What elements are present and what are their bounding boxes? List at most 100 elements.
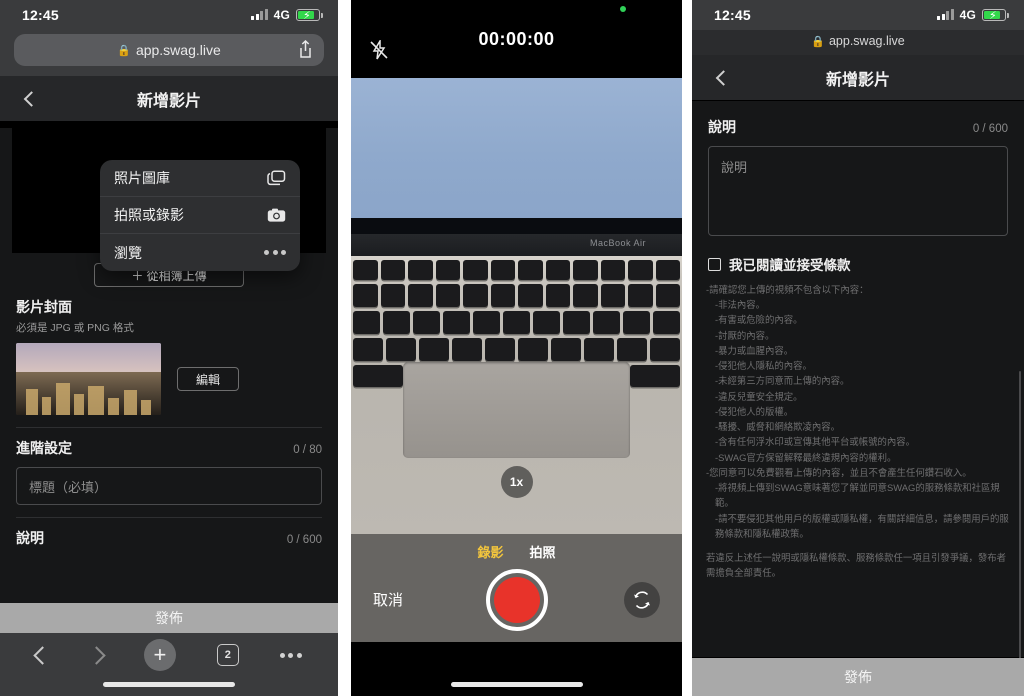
ellipsis-icon <box>264 250 286 255</box>
cover-thumbnail[interactable] <box>16 343 161 415</box>
laptop-screen <box>351 78 682 218</box>
description-textarea[interactable]: 說明 <box>708 146 1008 236</box>
record-button[interactable] <box>485 569 548 631</box>
terms-line: -違反兒童安全規定。 <box>715 390 803 402</box>
terms-line: -侵犯他人的版權。 <box>715 405 794 417</box>
publish-button[interactable]: 發佈 <box>0 603 338 633</box>
status-indicators: 4G ⚡ <box>937 8 1009 22</box>
terms-line: -騷擾、威脅和網絡欺凌內容。 <box>715 421 840 433</box>
terms-checkbox-row[interactable]: 我已閱讀並接受條款 <box>692 236 1024 274</box>
terms-line: -非法內容。 <box>715 299 765 311</box>
chevron-left-icon <box>715 69 732 86</box>
cancel-button[interactable]: 取消 <box>373 589 403 610</box>
url-text: app.swag.live <box>828 34 905 48</box>
laptop-bezel <box>351 218 682 234</box>
signal-bars-icon <box>251 9 268 20</box>
page-title: 新增影片 <box>825 71 890 89</box>
terms-line: 若違反上述任一說明或隱私權條款、服務條款任一項且引發爭議，發布者需擔負全部責任。 <box>706 551 1007 579</box>
terms-line: -侵犯他人隱私的內容。 <box>715 360 812 372</box>
app-navbar: 新增影片 <box>0 76 338 122</box>
browser-forward-icon[interactable] <box>87 645 106 665</box>
panel-upload-form: 12:45 4G ⚡ 🔒 app.swag.live 新增影片 ＋ 從相簿上傳 … <box>0 0 338 696</box>
menu-item-browse[interactable]: 瀏覽 <box>100 234 300 271</box>
browser-toolbar: + 2 <box>0 633 338 696</box>
status-bar: 12:45 4G ⚡ <box>692 0 1024 30</box>
signal-bars-icon <box>937 9 954 20</box>
chevron-left-icon <box>23 90 40 107</box>
terms-line: -SWAG官方保留解釋最終違規內容的權利。 <box>715 451 897 463</box>
upload-source-menu: 照片圖庫 拍照或錄影 瀏覽 <box>100 160 300 271</box>
camera-mode-switcher: 錄影 拍照 <box>351 534 682 561</box>
new-tab-button[interactable]: + <box>143 639 176 671</box>
cover-section: 影片封面 必須是 JPG 或 PNG 格式 <box>0 287 338 335</box>
battery-charging-icon: ⚡ <box>982 9 1009 22</box>
browser-more-icon[interactable] <box>279 652 302 658</box>
lock-icon: 🔒 <box>811 35 825 48</box>
url-bar[interactable]: 🔒 app.swag.live <box>14 34 324 66</box>
cover-row: 編輯 <box>0 343 338 415</box>
camera-top-bar: 00:00:00 <box>351 0 682 78</box>
terms-checkbox-label: 我已閱讀並接受條款 <box>729 258 851 273</box>
terms-line: -請確認您上傳的視頻不包含以下內容： <box>706 284 869 295</box>
status-indicators: 4G ⚡ <box>251 8 323 22</box>
terms-line: -請不要侵犯其他用戶的版權或隱私權，有關詳細信息，請參閱用戶的服務條款和隱私權政… <box>715 512 1009 539</box>
terms-line: -討厭的內容。 <box>715 329 775 341</box>
app-navbar: 新增影片 <box>692 55 1024 101</box>
network-label: 4G <box>273 8 290 22</box>
share-icon[interactable] <box>299 40 312 59</box>
cover-title: 影片封面 <box>16 299 72 315</box>
terms-checkbox[interactable] <box>708 257 721 271</box>
camera-preview[interactable]: MacBook Air 1x <box>351 78 682 534</box>
terms-line: -將視頻上傳到SWAG意味著您了解並同意SWAG的服務條款和社區規範。 <box>715 482 1000 509</box>
status-bar: 12:45 4G ⚡ <box>0 0 338 30</box>
panel-camera: 00:00:00 MacBook Air 1x 錄影 拍照 取消 <box>351 0 682 696</box>
browser-back-icon[interactable] <box>33 645 53 665</box>
edit-cover-button[interactable]: 編輯 <box>177 367 239 391</box>
home-indicator <box>103 682 235 687</box>
description-section: 說明 0 / 600 <box>0 518 338 548</box>
browser-url-bar-container: 🔒 app.swag.live <box>0 30 338 76</box>
advanced-title: 進階設定 <box>16 440 72 456</box>
flash-off-icon[interactable] <box>369 40 389 60</box>
description-section: 說明 0 / 600 <box>692 107 1024 137</box>
mode-video[interactable]: 錄影 <box>477 542 503 561</box>
camera-icon <box>267 208 286 223</box>
url-text: app.swag.live <box>135 42 221 58</box>
menu-item-take-photo-or-video[interactable]: 拍照或錄影 <box>100 197 300 234</box>
menu-item-label: 瀏覽 <box>114 244 142 261</box>
description-counter: 0 / 600 <box>972 123 1008 135</box>
page-title: 新增影片 <box>136 92 201 110</box>
camera-footer <box>351 642 682 696</box>
battery-charging-icon: ⚡ <box>296 9 323 22</box>
panel-terms-form: 12:45 4G ⚡ 🔒 app.swag.live 新增影片 說明 0 / 6… <box>692 0 1024 696</box>
publish-button[interactable]: 發佈 <box>692 658 1024 696</box>
privacy-indicator-icon <box>620 6 626 12</box>
zoom-level-button[interactable]: 1x <box>500 466 533 498</box>
screenshot-stage: 12:45 4G ⚡ 🔒 app.swag.live 新增影片 ＋ 從相簿上傳 … <box>0 0 1024 696</box>
terms-line: -暴力或血腥內容。 <box>715 344 794 356</box>
network-label: 4G <box>959 8 976 22</box>
terms-body: 說明 0 / 600 說明 我已閱讀並接受條款 -請確認您上傳的視頻不包含以下內… <box>692 101 1024 671</box>
status-time: 12:45 <box>714 7 751 23</box>
scrollbar[interactable] <box>1018 371 1021 671</box>
mode-photo[interactable]: 拍照 <box>530 542 556 561</box>
status-time: 12:45 <box>22 7 59 23</box>
menu-item-photo-library[interactable]: 照片圖庫 <box>100 160 300 197</box>
back-button[interactable] <box>715 69 732 86</box>
lock-icon: 🔒 <box>117 44 131 57</box>
terms-list: -請確認您上傳的視頻不包含以下內容： -非法內容。 -有害或危險的內容。 -討厭… <box>692 274 1024 580</box>
laptop-trackpad <box>403 362 630 458</box>
description-counter: 0 / 600 <box>286 534 322 546</box>
title-input[interactable]: 標題（必填） <box>16 467 322 505</box>
advanced-counter: 0 / 80 <box>293 444 322 456</box>
back-button[interactable] <box>23 90 40 107</box>
url-bar-compact[interactable]: 🔒 app.swag.live <box>692 30 1024 55</box>
terms-line: -未經第三方同意而上傳的內容。 <box>715 375 850 387</box>
tab-count-button[interactable]: 2 <box>216 644 239 666</box>
camera-flip-icon[interactable] <box>624 582 660 618</box>
cover-subtitle: 必須是 JPG 或 PNG 格式 <box>16 322 134 334</box>
description-title: 說明 <box>16 530 44 546</box>
advanced-section: 進階設定 0 / 80 <box>0 428 338 458</box>
device-label: MacBook Air <box>589 238 646 248</box>
terms-line: -您同意可以免費觀看上傳的內容，並且不會產生任何鑽石收入。 <box>706 466 972 478</box>
